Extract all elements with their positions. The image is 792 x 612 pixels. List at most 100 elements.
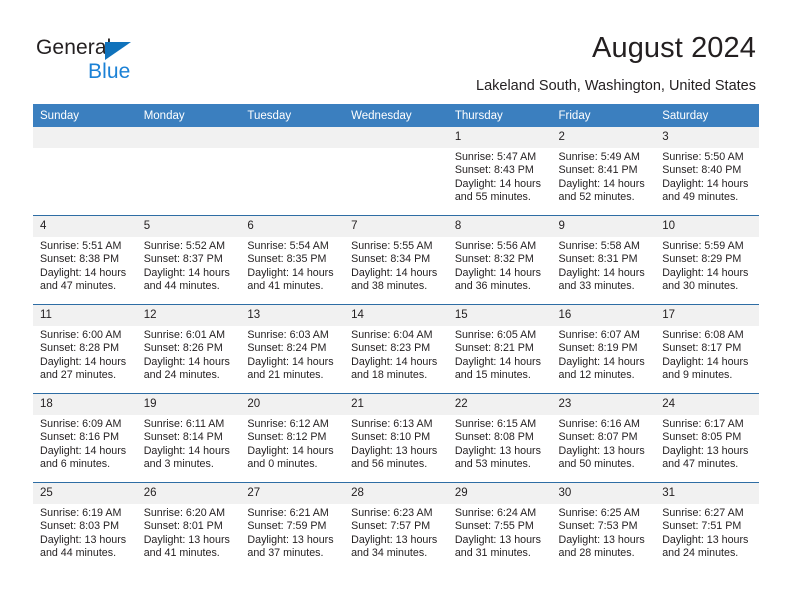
day-sun-info: Sunrise: 5:50 AM Sunset: 8:40 PM Daylight:… (655, 148, 759, 205)
calendar-day-cell[interactable]: 23 Sunrise: 6:16 AM Sunset: 8:07 PM Dayligh… (551, 393, 656, 483)
sunrise-time: Sunrise: 6:01 AM (143, 329, 226, 341)
calendar-day-cell[interactable]: 16 Sunrise: 6:07 AM Sunset: 8:19 PM Dayligh… (551, 304, 656, 394)
day-number: 9 (551, 216, 656, 237)
calendar-day-cell[interactable]: 6 Sunrise: 5:54 AM Sunset: 8:35 PM Daylight… (240, 215, 345, 305)
sunrise-time: Sunrise: 6:03 AM (247, 329, 329, 341)
sunset-time: Sunset: 8:32 PM (454, 253, 534, 266)
daylight-duration-line1: Daylight: 14 hours (143, 444, 230, 457)
calendar-day-cell[interactable]: 15 Sunrise: 6:05 AM Sunset: 8:21 PM Dayligh… (447, 304, 552, 394)
day-sun-info: Sunrise: 5:54 AM Sunset: 8:35 PM Daylight:… (240, 237, 344, 294)
daylight-duration-line2: and 33 minutes. (558, 280, 635, 293)
calendar-day-cell[interactable]: 11 Sunrise: 6:00 AM Sunset: 8:28 PM Dayligh… (33, 304, 137, 394)
sunrise-time: Sunrise: 6:16 AM (558, 418, 640, 430)
calendar-day-cell[interactable]: 17 Sunrise: 6:08 AM Sunset: 8:17 PM Dayligh… (655, 304, 759, 394)
calendar-day-cell[interactable]: 22 Sunrise: 6:15 AM Sunset: 8:08 PM Dayligh… (447, 393, 552, 483)
day-number: 5 (136, 216, 241, 237)
calendar-day-cell[interactable]: 19 Sunrise: 6:11 AM Sunset: 8:14 PM Dayligh… (136, 393, 241, 483)
day-number (136, 127, 241, 148)
sunrise-time: Sunrise: 5:54 AM (247, 240, 329, 252)
calendar-day-cell[interactable]: 13 Sunrise: 6:03 AM Sunset: 8:24 PM Dayligh… (240, 304, 345, 394)
daylight-duration-line1: Daylight: 14 hours (143, 266, 230, 279)
daylight-duration-line2: and 18 minutes. (351, 369, 428, 382)
calendar-day-cell[interactable]: 10 Sunrise: 5:59 AM Sunset: 8:29 PM Dayligh… (655, 215, 759, 305)
day-sun-info: Sunrise: 6:00 AM Sunset: 8:28 PM Daylight:… (33, 326, 137, 383)
calendar-day-cell[interactable]: 14 Sunrise: 6:04 AM Sunset: 8:23 PM Dayligh… (344, 304, 448, 394)
calendar-day-cell-empty (136, 127, 241, 216)
calendar-day-cell[interactable]: 4 Sunrise: 5:51 AM Sunset: 8:38 PM Daylight… (33, 215, 137, 305)
daylight-duration-line2: and 3 minutes. (143, 458, 214, 471)
calendar-day-cell[interactable]: 7 Sunrise: 5:55 AM Sunset: 8:34 PM Daylight… (344, 215, 448, 305)
day-sun-info: Sunrise: 6:21 AM Sunset: 7:59 PM Daylight:… (240, 504, 344, 561)
daylight-duration-line1: Daylight: 14 hours (40, 266, 127, 279)
daylight-duration-line2: and 49 minutes. (662, 191, 739, 204)
sunset-time: Sunset: 8:01 PM (143, 520, 223, 533)
day-sun-info: Sunrise: 5:55 AM Sunset: 8:34 PM Daylight:… (344, 237, 448, 294)
weekday-header-saturday: Saturday (655, 104, 759, 127)
daylight-duration-line2: and 41 minutes. (143, 547, 220, 560)
sunrise-time: Sunrise: 6:12 AM (247, 418, 329, 430)
sunset-time: Sunset: 8:29 PM (662, 253, 742, 266)
day-number: 23 (551, 394, 656, 415)
sunrise-time: Sunrise: 5:50 AM (662, 151, 744, 163)
calendar-day-cell[interactable]: 21 Sunrise: 6:13 AM Sunset: 8:10 PM Dayligh… (344, 393, 448, 483)
calendar-day-cell[interactable]: 3 Sunrise: 5:50 AM Sunset: 8:40 PM Daylight… (655, 127, 759, 216)
sunrise-time: Sunrise: 6:09 AM (40, 418, 122, 430)
daylight-duration-line2: and 24 minutes. (662, 547, 739, 560)
daylight-duration-line2: and 37 minutes. (247, 547, 324, 560)
calendar-day-cell[interactable]: 31 Sunrise: 6:27 AM Sunset: 7:51 PM Dayligh… (655, 482, 759, 571)
day-sun-info: Sunrise: 6:09 AM Sunset: 8:16 PM Daylight:… (33, 415, 137, 472)
calendar-day-cell[interactable]: 30 Sunrise: 6:25 AM Sunset: 7:53 PM Dayligh… (551, 482, 656, 571)
calendar-day-cell[interactable]: 28 Sunrise: 6:23 AM Sunset: 7:57 PM Dayligh… (344, 482, 448, 571)
page-header: General Blue August 2024 Lakeland South,… (0, 0, 792, 100)
calendar-day-cell[interactable]: 2 Sunrise: 5:49 AM Sunset: 8:41 PM Daylight… (551, 127, 656, 216)
sunset-time: Sunset: 7:51 PM (662, 520, 742, 533)
sunset-time: Sunset: 8:16 PM (40, 431, 120, 444)
calendar-day-cell[interactable]: 9 Sunrise: 5:58 AM Sunset: 8:31 PM Daylight… (551, 215, 656, 305)
day-sun-info: Sunrise: 5:58 AM Sunset: 8:31 PM Daylight:… (552, 237, 656, 294)
day-number: 18 (33, 394, 137, 415)
sunset-time: Sunset: 8:10 PM (351, 431, 431, 444)
calendar-day-cell[interactable]: 1 Sunrise: 5:47 AM Sunset: 8:43 PM Daylight… (447, 127, 552, 216)
calendar-day-cell[interactable]: 12 Sunrise: 6:01 AM Sunset: 8:26 PM Dayligh… (136, 304, 241, 394)
calendar-day-cell[interactable]: 8 Sunrise: 5:56 AM Sunset: 8:32 PM Daylight… (447, 215, 552, 305)
daylight-duration-line2: and 34 minutes. (351, 547, 428, 560)
calendar-day-cell[interactable]: 25 Sunrise: 6:19 AM Sunset: 8:03 PM Dayligh… (33, 482, 137, 571)
daylight-duration-line1: Daylight: 13 hours (558, 444, 645, 457)
day-sun-info: Sunrise: 5:52 AM Sunset: 8:37 PM Daylight:… (137, 237, 241, 294)
day-sun-info: Sunrise: 6:19 AM Sunset: 8:03 PM Daylight:… (33, 504, 137, 561)
day-sun-info: Sunrise: 6:20 AM Sunset: 8:01 PM Daylight:… (137, 504, 241, 561)
sunset-time: Sunset: 8:17 PM (662, 342, 742, 355)
calendar-day-cell[interactable]: 26 Sunrise: 6:20 AM Sunset: 8:01 PM Dayligh… (136, 482, 241, 571)
calendar-week-row: 11 Sunrise: 6:00 AM Sunset: 8:28 PM Dayligh… (33, 304, 759, 394)
day-number: 19 (136, 394, 241, 415)
day-sun-info: Sunrise: 6:05 AM Sunset: 8:21 PM Daylight:… (448, 326, 552, 383)
daylight-duration-line1: Daylight: 14 hours (40, 355, 127, 368)
brand-logo[interactable]: General Blue (36, 36, 196, 92)
day-number: 1 (447, 127, 552, 148)
sunrise-sunset-calendar-table: Sunday Monday Tuesday Wednesday Thursday… (33, 104, 759, 571)
calendar-day-cell[interactable]: 18 Sunrise: 6:09 AM Sunset: 8:16 PM Dayligh… (33, 393, 137, 483)
daylight-duration-line1: Daylight: 14 hours (662, 266, 749, 279)
blue-triangle-logo-icon (105, 42, 131, 60)
sunset-time: Sunset: 8:19 PM (558, 342, 638, 355)
calendar-day-cell[interactable]: 29 Sunrise: 6:24 AM Sunset: 7:55 PM Dayligh… (447, 482, 552, 571)
calendar-day-cell[interactable]: 20 Sunrise: 6:12 AM Sunset: 8:12 PM Dayligh… (240, 393, 345, 483)
calendar-body: 1 Sunrise: 5:47 AM Sunset: 8:43 PM Daylight… (33, 127, 759, 571)
day-number: 25 (33, 483, 137, 504)
day-number: 13 (240, 305, 345, 326)
daylight-duration-line1: Daylight: 13 hours (143, 533, 230, 546)
day-sun-info: Sunrise: 5:49 AM Sunset: 8:41 PM Daylight:… (552, 148, 656, 205)
day-sun-info: Sunrise: 6:23 AM Sunset: 7:57 PM Daylight:… (344, 504, 448, 561)
sunrise-time: Sunrise: 6:00 AM (40, 329, 122, 341)
daylight-duration-line2: and 27 minutes. (40, 369, 117, 382)
daylight-duration-line1: Daylight: 14 hours (558, 177, 645, 190)
daylight-duration-line2: and 41 minutes. (247, 280, 324, 293)
calendar-day-cell[interactable]: 24 Sunrise: 6:17 AM Sunset: 8:05 PM Dayligh… (655, 393, 759, 483)
calendar-day-cell[interactable]: 5 Sunrise: 5:52 AM Sunset: 8:37 PM Daylight… (136, 215, 241, 305)
day-number: 10 (655, 216, 759, 237)
daylight-duration-line2: and 12 minutes. (558, 369, 635, 382)
weekday-header-tuesday: Tuesday (240, 104, 345, 127)
calendar-page: General Blue August 2024 Lakeland South,… (0, 0, 792, 612)
daylight-duration-line1: Daylight: 13 hours (454, 533, 541, 546)
calendar-day-cell[interactable]: 27 Sunrise: 6:21 AM Sunset: 7:59 PM Dayligh… (240, 482, 345, 571)
